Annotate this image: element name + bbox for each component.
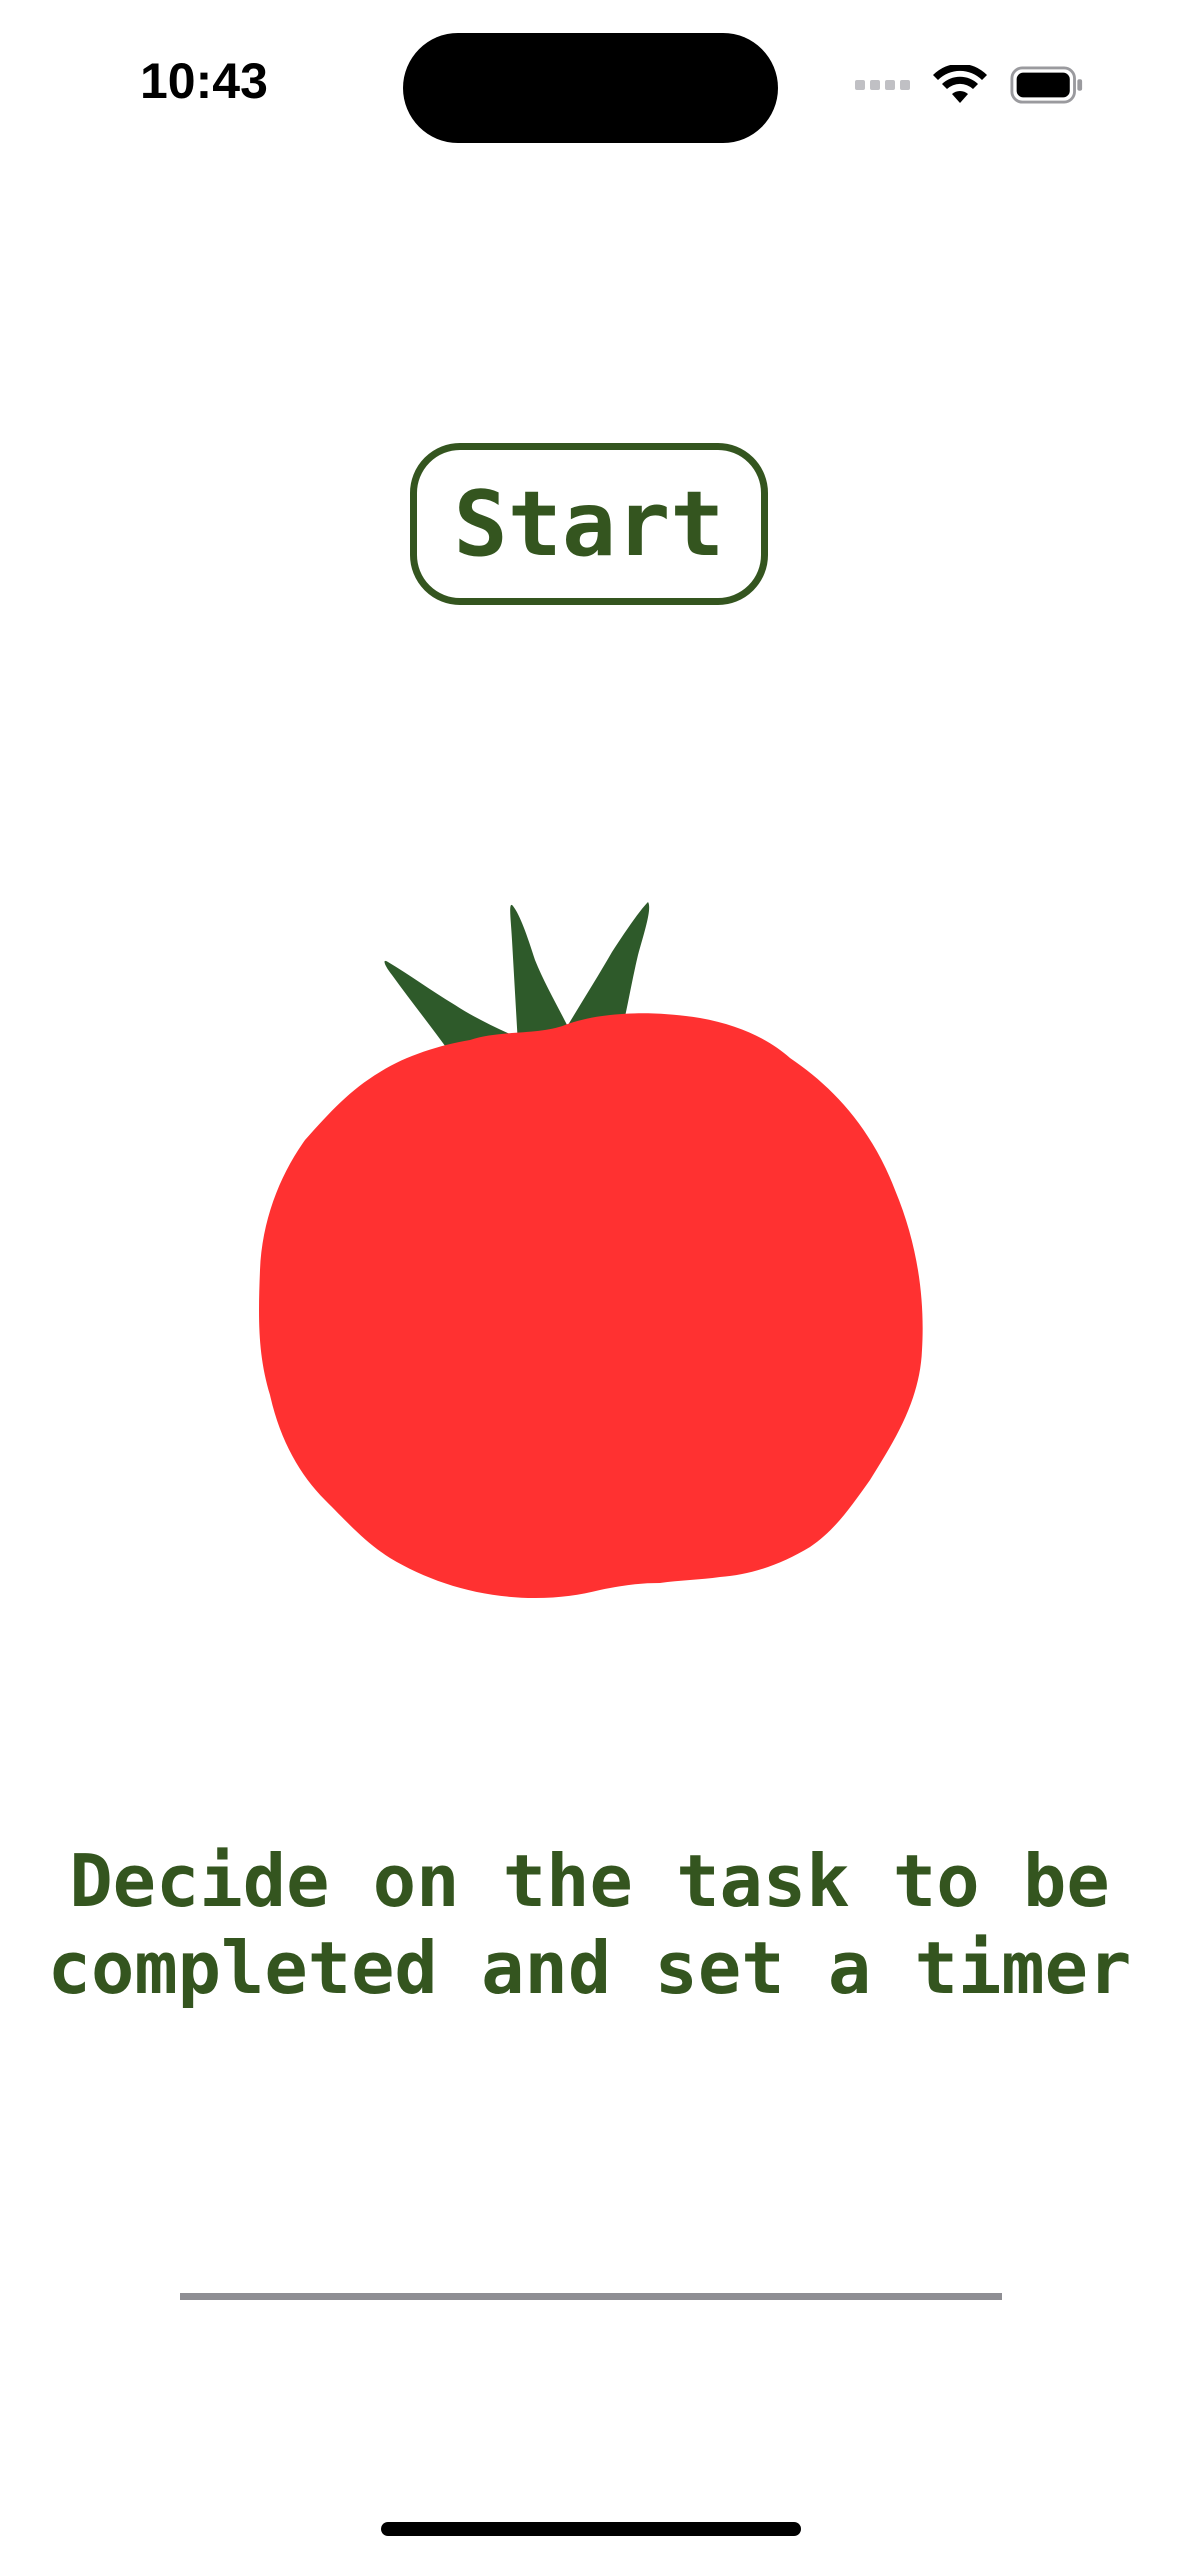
battery-icon — [1010, 66, 1083, 104]
task-input[interactable] — [180, 2240, 1002, 2300]
tomato-body — [259, 1013, 923, 1598]
home-indicator[interactable] — [381, 2522, 801, 2536]
instruction-text: Decide on the task to be completed and s… — [47, 1839, 1132, 2010]
dynamic-island — [403, 33, 778, 143]
start-button[interactable]: Start — [410, 443, 768, 605]
status-time: 10:43 — [140, 53, 268, 109]
cellular-signal-icon — [855, 80, 910, 90]
tomato-icon — [259, 902, 923, 1598]
status-icons — [855, 60, 1084, 110]
wifi-icon — [933, 65, 987, 103]
